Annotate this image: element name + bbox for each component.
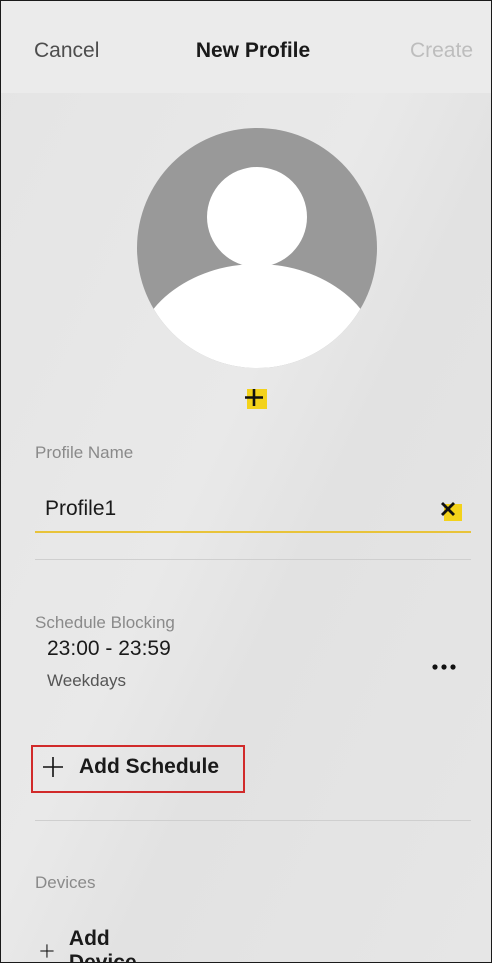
schedule-blocking-label: Schedule Blocking xyxy=(35,613,175,632)
add-schedule-row: Add Schedule xyxy=(41,755,219,779)
divider xyxy=(35,559,471,560)
add-device-label: Add Device xyxy=(68,927,137,963)
clear-name-button[interactable] xyxy=(433,495,465,523)
devices-label: Devices xyxy=(35,873,96,892)
create-button[interactable]: Create xyxy=(410,39,473,63)
avatar-placeholder[interactable] xyxy=(137,128,377,368)
add-schedule-label: Add Schedule xyxy=(79,755,220,778)
plus-icon xyxy=(245,389,263,406)
schedule-list-item[interactable]: 23:00 - 23:59 Weekdays xyxy=(47,637,467,693)
new-profile-screen: Cancel New Profile Create Profile Name P… xyxy=(0,0,492,963)
avatar-head-shape xyxy=(207,167,307,267)
add-photo-button[interactable] xyxy=(239,385,269,411)
divider xyxy=(35,820,471,821)
profile-name-input[interactable]: Profile1 xyxy=(35,491,471,533)
profile-name-value[interactable]: Profile1 xyxy=(45,497,116,521)
profile-name-label: Profile Name xyxy=(35,443,134,462)
add-schedule-button[interactable]: Add Schedule xyxy=(31,745,245,793)
header-bar: Cancel New Profile Create xyxy=(1,1,491,93)
schedule-time-range: 23:00 - 23:59 xyxy=(47,637,171,660)
schedule-days: Weekdays xyxy=(47,671,127,690)
plus-icon xyxy=(40,944,54,958)
add-device-row: Add Device xyxy=(39,927,145,963)
avatar-body-shape xyxy=(137,264,377,368)
more-options-icon[interactable] xyxy=(427,659,461,675)
close-icon xyxy=(441,502,455,516)
plus-icon xyxy=(43,757,63,777)
